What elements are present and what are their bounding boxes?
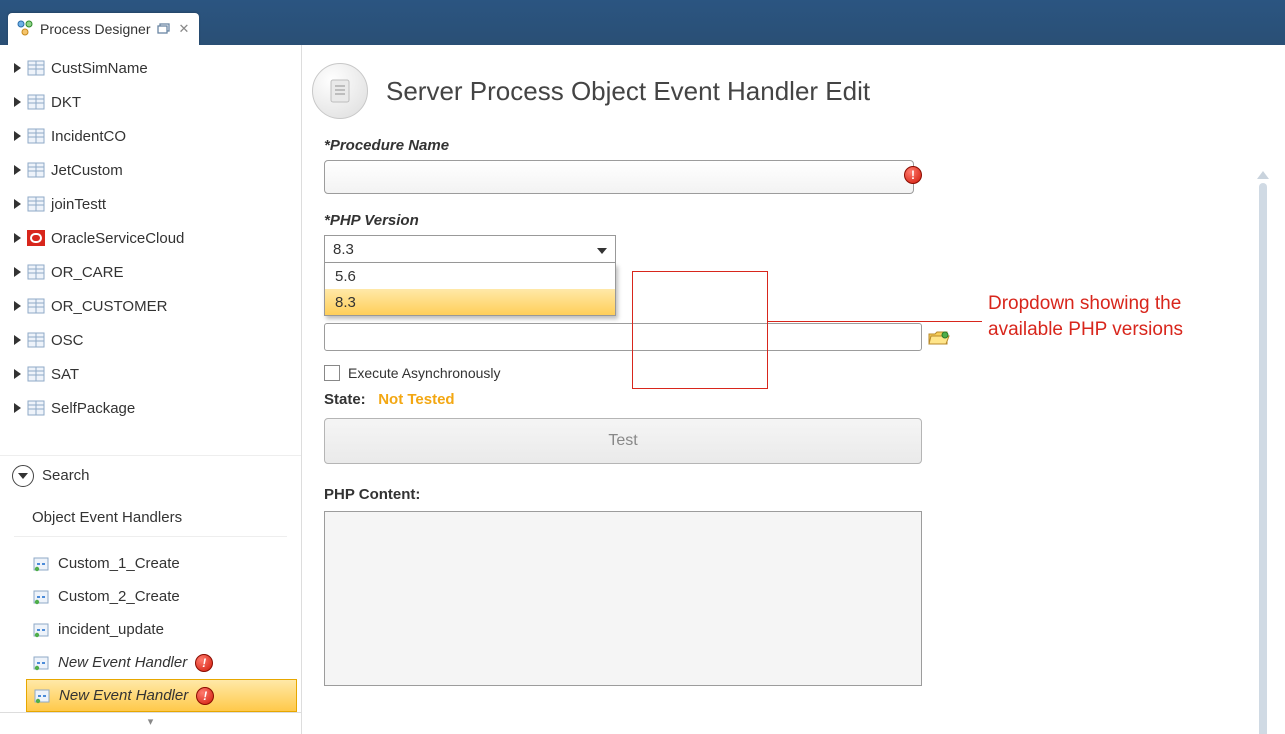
php-version-option[interactable]: 5.6 <box>325 263 615 289</box>
expand-arrow-icon <box>14 403 21 413</box>
close-tab-icon[interactable]: ✕ <box>177 21 192 37</box>
tree-item[interactable]: joinTestt <box>8 187 301 221</box>
app-tab[interactable]: Process Designer ✕ <box>8 13 199 45</box>
php-content-textarea[interactable] <box>324 511 922 686</box>
tree-item-label: DKT <box>49 94 81 111</box>
tree-item[interactable]: OR_CUSTOMER <box>8 289 301 323</box>
event-handler-icon <box>32 655 50 671</box>
handler-item[interactable]: New Event Handler! <box>26 646 297 679</box>
restore-window-icon[interactable] <box>157 23 171 35</box>
expand-arrow-icon <box>14 199 21 209</box>
table-icon <box>27 94 45 110</box>
file-path-input[interactable] <box>324 323 922 351</box>
handlers-section-title: Object Event Handlers <box>0 495 301 532</box>
search-label: Search <box>42 467 90 484</box>
tree-item[interactable]: SAT <box>8 357 301 391</box>
execute-async-label: Execute Asynchronously <box>348 365 501 381</box>
handler-item[interactable]: Custom_2_Create <box>26 580 297 613</box>
event-handler-icon <box>32 622 50 638</box>
event-handler-icon <box>33 688 51 704</box>
open-folder-icon[interactable] <box>928 330 950 351</box>
error-icon: ! <box>196 687 214 705</box>
tree-item-label: IncidentCO <box>49 128 126 145</box>
search-toggle[interactable]: Search <box>0 455 301 495</box>
table-icon <box>27 162 45 178</box>
tree-item-label: JetCustom <box>49 162 123 179</box>
php-version-value: 8.3 <box>333 241 354 258</box>
php-version-label: *PHP Version <box>324 212 982 229</box>
table-icon <box>27 298 45 314</box>
procedure-name-input[interactable] <box>324 160 914 194</box>
page-header-icon <box>312 63 368 119</box>
expand-arrow-icon <box>14 369 21 379</box>
tree-item[interactable]: SelfPackage <box>8 391 301 425</box>
tree-item-label: OR_CUSTOMER <box>49 298 167 315</box>
sidebar-scroll-down[interactable]: ▾ <box>0 712 301 730</box>
content-area: Server Process Object Event Handler Edit… <box>302 45 1285 734</box>
tree-item[interactable]: DKT <box>8 85 301 119</box>
tree-item[interactable]: CustSimName <box>8 51 301 85</box>
tree-item[interactable]: OSC <box>8 323 301 357</box>
table-icon <box>27 332 45 348</box>
tree-item[interactable]: IncidentCO <box>8 119 301 153</box>
handler-label: Custom_1_Create <box>58 555 180 572</box>
error-icon: ! <box>195 654 213 672</box>
expand-arrow-icon <box>14 165 21 175</box>
expand-arrow-icon <box>14 131 21 141</box>
handler-label: New Event Handler <box>58 654 187 671</box>
php-version-dropdown: 5.68.3 <box>324 263 616 316</box>
page-title: Server Process Object Event Handler Edit <box>386 76 870 107</box>
tree-item-label: SAT <box>49 366 79 383</box>
oracle-icon <box>27 230 45 246</box>
test-button[interactable]: Test <box>324 418 922 464</box>
sidebar: CustSimName DKT IncidentCO JetCustom joinTes… <box>0 45 302 734</box>
expand-arrow-icon <box>14 233 21 243</box>
tree-item-label: OR_CARE <box>49 264 124 281</box>
state-label: State: <box>324 391 366 408</box>
tree-item-label: joinTestt <box>49 196 106 213</box>
expand-arrow-icon <box>14 63 21 73</box>
php-version-option[interactable]: 8.3 <box>325 289 615 315</box>
event-handler-icon <box>32 556 50 572</box>
scrollbar[interactable] <box>1257 171 1269 734</box>
tab-title: Process Designer <box>40 21 151 37</box>
event-handler-icon <box>32 589 50 605</box>
tree-item[interactable]: OracleServiceCloud <box>8 221 301 255</box>
expand-arrow-icon <box>14 267 21 277</box>
expand-arrow-icon <box>14 301 21 311</box>
handler-item[interactable]: Custom_1_Create <box>26 547 297 580</box>
table-icon <box>27 128 45 144</box>
handler-label: incident_update <box>58 621 164 638</box>
tree-item-label: SelfPackage <box>49 400 135 417</box>
handler-item[interactable]: New Event Handler! <box>26 679 297 712</box>
procedure-name-label: *Procedure Name <box>324 137 982 154</box>
handler-label: New Event Handler <box>59 687 188 704</box>
handler-item[interactable]: incident_update <box>26 613 297 646</box>
table-icon <box>27 196 45 212</box>
handler-label: Custom_2_Create <box>58 588 180 605</box>
execute-async-checkbox[interactable] <box>324 365 340 381</box>
chevron-down-icon <box>597 241 607 258</box>
state-value: Not Tested <box>378 391 454 408</box>
expand-arrow-icon <box>14 97 21 107</box>
error-icon: ! <box>904 166 922 184</box>
expand-arrow-icon <box>14 335 21 345</box>
table-icon <box>27 366 45 382</box>
table-icon <box>27 400 45 416</box>
tree-item[interactable]: JetCustom <box>8 153 301 187</box>
table-icon <box>27 264 45 280</box>
table-icon <box>27 60 45 76</box>
chevron-down-icon <box>12 465 34 487</box>
php-content-label: PHP Content: <box>324 486 982 503</box>
process-designer-icon <box>16 19 34 40</box>
php-version-select[interactable]: 8.3 <box>324 235 616 263</box>
tree-item-label: OracleServiceCloud <box>49 230 184 247</box>
annotation-text: Dropdown showing the available PHP versi… <box>988 291 1248 342</box>
tree-item[interactable]: OR_CARE <box>8 255 301 289</box>
tree-item-label: CustSimName <box>49 60 148 77</box>
tree-item-label: OSC <box>49 332 84 349</box>
